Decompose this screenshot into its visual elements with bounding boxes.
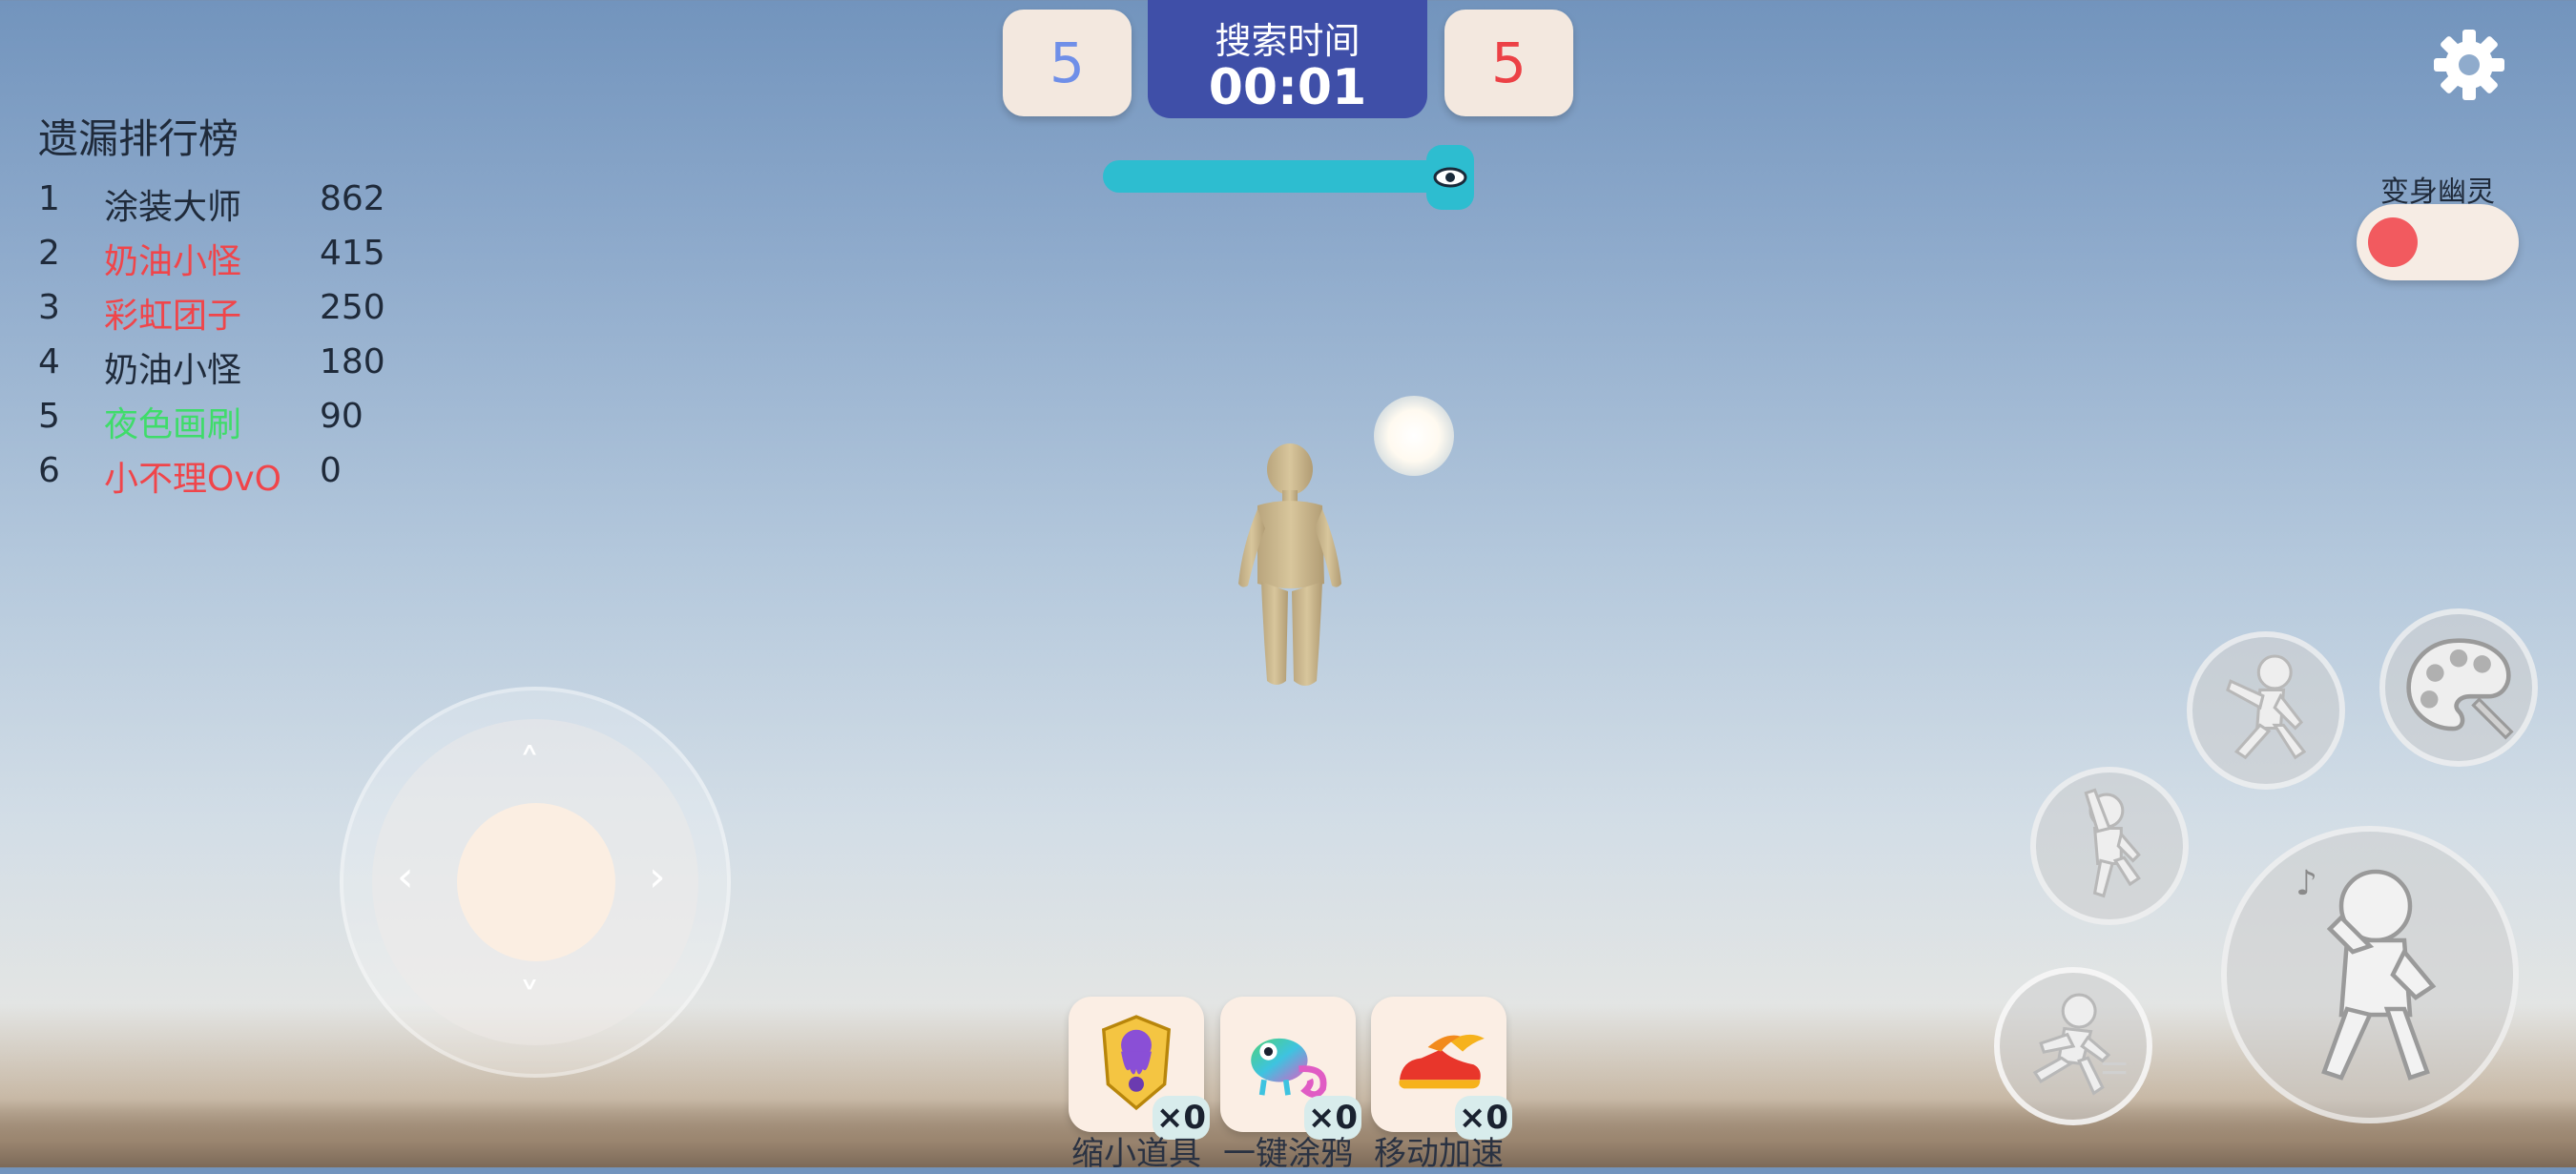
leaderboard-player-name: 涂装大师	[104, 188, 242, 227]
paint-palette-button[interactable]	[2379, 608, 2538, 767]
joystick-up-arrow-icon: ˄	[519, 740, 540, 789]
leaderboard-row: 1 涂装大师 862	[38, 179, 439, 233]
leaderboard-rank: 3	[38, 288, 60, 327]
leaderboard-rank: 4	[38, 342, 60, 381]
leaderboard-row: 4 奶油小怪 180	[38, 342, 439, 396]
search-progress-bar	[1103, 160, 1456, 193]
palette-icon	[2406, 638, 2514, 740]
leaderboard-row: 5 夜色画刷 90	[38, 397, 439, 450]
sun	[1374, 396, 1454, 476]
dance-pose-icon	[2226, 654, 2307, 760]
emote-dance-button[interactable]	[2187, 631, 2345, 790]
leaderboard-rank: 6	[38, 451, 60, 490]
leaderboard-row: 6 小不理OvO 0	[38, 451, 439, 505]
joystick-left-arrow-icon: ‹	[397, 853, 414, 901]
progress-eye-marker	[1426, 145, 1474, 210]
item-speed[interactable]: ×0	[1371, 997, 1512, 1140]
leaderboard-player-name: 奶油小怪	[104, 242, 242, 281]
whistle-pose-icon: ♪	[2296, 864, 2437, 1081]
leaderboard-title: 遗漏排行榜	[38, 115, 239, 162]
timer-label: 搜索时间	[1215, 20, 1361, 62]
whistle-button[interactable]: ♪	[2221, 826, 2519, 1123]
leaderboard-row: 3 彩虹团子 250	[38, 288, 439, 341]
joystick-down-arrow-icon: ˅	[519, 975, 540, 1023]
eye-icon	[1433, 167, 1467, 188]
leaderboard-score: 90	[320, 397, 364, 436]
leaderboard-score: 415	[320, 234, 385, 273]
settings-button[interactable]	[2431, 27, 2507, 103]
toggle-knob	[2368, 217, 2418, 267]
run-pose-icon	[2032, 993, 2127, 1096]
item-doodle[interactable]: ×0	[1220, 997, 1361, 1140]
jump-pose-icon	[2084, 788, 2141, 898]
leaderboard-player-name: 彩虹团子	[104, 297, 242, 336]
jump-button[interactable]	[2030, 767, 2189, 925]
leaderboard-rank: 2	[38, 234, 60, 273]
item-shrink[interactable]: ×0	[1069, 997, 1210, 1140]
leaderboard-rank: 1	[38, 179, 60, 218]
leaderboard-player-name: 小不理OvO	[104, 460, 281, 499]
joystick-right-arrow-icon: ›	[649, 853, 666, 901]
left-team-score-value: 5	[1049, 31, 1085, 95]
ghost-toggle[interactable]	[2357, 204, 2519, 280]
right-team-score: 5	[1444, 10, 1573, 116]
leaderboard-score: 0	[320, 451, 342, 490]
leaderboard-score: 180	[320, 342, 385, 381]
leaderboard-rank: 5	[38, 397, 60, 436]
leaderboard-score: 250	[320, 288, 385, 327]
timer-value: 00:01	[1208, 59, 1367, 116]
left-team-score: 5	[1003, 10, 1132, 116]
right-team-score-value: 5	[1491, 31, 1527, 95]
search-timer: 搜索时间 00:01	[1148, 0, 1427, 118]
gear-icon	[2434, 30, 2504, 100]
sprint-button[interactable]	[1994, 967, 2152, 1125]
music-note-icon: ♪	[2296, 864, 2317, 903]
joystick-knob[interactable]	[457, 803, 615, 961]
leaderboard-score: 862	[320, 179, 385, 218]
leaderboard-player-name: 夜色画刷	[104, 405, 242, 444]
player-character	[1229, 441, 1353, 692]
leaderboard-player-name: 奶油小怪	[104, 351, 242, 390]
leaderboard-row: 2 奶油小怪 415	[38, 234, 439, 287]
